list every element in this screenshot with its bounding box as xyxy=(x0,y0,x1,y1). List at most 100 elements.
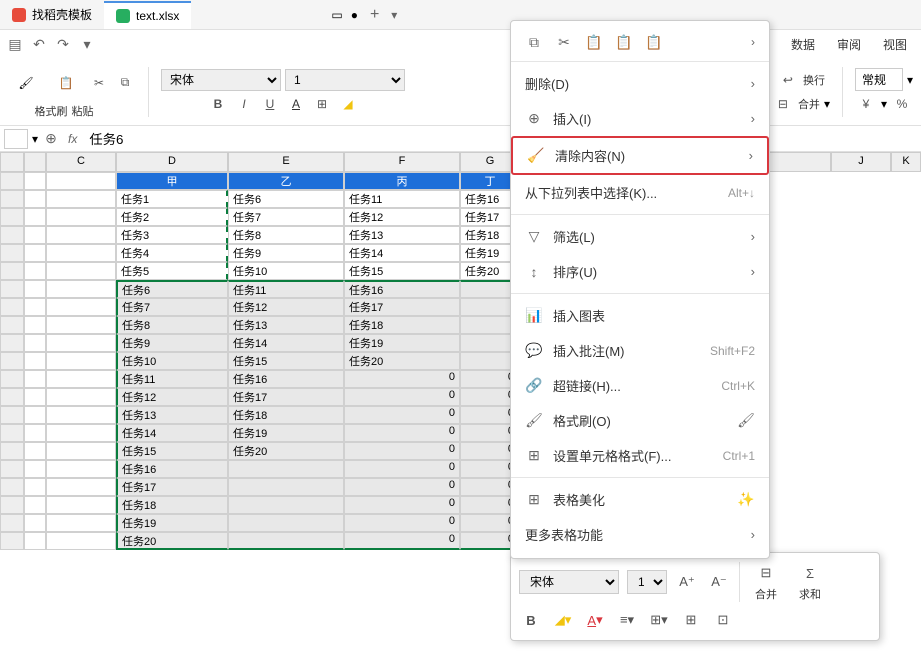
cell[interactable]: 任务6 xyxy=(228,190,344,208)
cell[interactable]: 任务19 xyxy=(228,424,344,442)
brush-aux-icon[interactable]: 🖌 xyxy=(737,412,755,430)
row-header[interactable] xyxy=(0,478,24,496)
add-tab-button[interactable]: + xyxy=(370,6,379,24)
cell[interactable]: 0 xyxy=(344,388,460,406)
row-header[interactable] xyxy=(0,406,24,424)
cell[interactable] xyxy=(228,496,344,514)
cell[interactable] xyxy=(228,514,344,532)
row-header[interactable] xyxy=(0,226,24,244)
row-header[interactable] xyxy=(0,352,24,370)
col-header[interactable]: C xyxy=(46,152,116,172)
cell[interactable]: 0 xyxy=(344,370,460,388)
cell[interactable]: 任务13 xyxy=(344,226,460,244)
fill-color-button[interactable]: ◢▾ xyxy=(551,608,575,632)
menu-pick-from-dropdown[interactable]: 从下拉列表中选择(K)... Alt+↓ xyxy=(511,175,769,210)
menu-beautify[interactable]: ⊞ 表格美化 ✨ xyxy=(511,482,769,517)
cell[interactable]: 任务6 xyxy=(116,280,228,298)
table-header[interactable]: 甲 xyxy=(116,172,228,190)
col-header[interactable] xyxy=(24,152,46,172)
name-box[interactable] xyxy=(4,129,28,149)
cell[interactable]: 任务2 xyxy=(116,208,228,226)
cell[interactable]: 0 xyxy=(344,496,460,514)
tab-file-active[interactable]: text.xlsx xyxy=(104,1,191,29)
cell[interactable]: 任务3 xyxy=(116,226,228,244)
cell[interactable]: 任务13 xyxy=(116,406,228,424)
cell[interactable]: 任务17 xyxy=(228,388,344,406)
cell[interactable]: 任务7 xyxy=(228,208,344,226)
row-header[interactable] xyxy=(0,298,24,316)
menu-more[interactable]: 更多表格功能 › xyxy=(511,517,769,552)
cell[interactable]: 任务4 xyxy=(116,244,228,262)
cut-icon[interactable]: ✂ xyxy=(555,33,573,51)
decrease-font-button[interactable]: A⁻ xyxy=(707,570,731,594)
col-header[interactable]: D xyxy=(116,152,228,172)
cell[interactable]: 任务17 xyxy=(344,298,460,316)
row-header[interactable] xyxy=(0,244,24,262)
zoom-icon[interactable]: ⊕ xyxy=(42,130,60,148)
cell[interactable]: 任务17 xyxy=(116,478,228,496)
col-header[interactable]: E xyxy=(228,152,344,172)
menu-insert-chart[interactable]: 📊 插入图表 xyxy=(511,298,769,333)
font-size-select[interactable]: 1 xyxy=(285,69,405,91)
cell[interactable]: 任务11 xyxy=(116,370,228,388)
formula-input[interactable] xyxy=(85,129,917,149)
row-header[interactable] xyxy=(0,424,24,442)
row-header[interactable] xyxy=(0,514,24,532)
menu-format-painter[interactable]: 🖌 格式刷(O) 🖌 xyxy=(511,403,769,438)
table-header[interactable]: 乙 xyxy=(228,172,344,190)
cell[interactable]: 任务16 xyxy=(228,370,344,388)
font-color-button[interactable]: A xyxy=(285,93,307,115)
cell[interactable]: 任务12 xyxy=(344,208,460,226)
cell[interactable]: 任务14 xyxy=(116,424,228,442)
menu-view[interactable]: 视图 xyxy=(875,32,915,57)
cell[interactable]: 任务15 xyxy=(228,352,344,370)
cell[interactable]: 0 xyxy=(344,532,460,550)
row-header[interactable] xyxy=(0,208,24,226)
format-painter-icon[interactable]: 🖌 xyxy=(8,65,44,101)
cell[interactable]: 任务19 xyxy=(344,334,460,352)
col-header[interactable]: J xyxy=(831,152,891,172)
cell[interactable]: 任务20 xyxy=(344,352,460,370)
wrap-icon[interactable]: ↩ xyxy=(777,69,799,91)
paste-special-icon[interactable]: 📋 xyxy=(645,33,663,51)
cell[interactable]: 任务13 xyxy=(228,316,344,334)
cell[interactable]: 0 xyxy=(344,424,460,442)
cell[interactable]: 任务9 xyxy=(228,244,344,262)
cell[interactable] xyxy=(228,460,344,478)
row-header[interactable] xyxy=(0,460,24,478)
merge-icon[interactable]: ⊟ xyxy=(754,561,778,585)
cell[interactable]: 0 xyxy=(344,514,460,532)
row-header[interactable] xyxy=(0,334,24,352)
increase-font-button[interactable]: A⁺ xyxy=(675,570,699,594)
row-header[interactable] xyxy=(0,442,24,460)
col-header[interactable]: F xyxy=(344,152,460,172)
row-header[interactable] xyxy=(0,532,24,550)
tab-templates[interactable]: 找稻壳模板 xyxy=(0,1,104,29)
row-header[interactable] xyxy=(0,370,24,388)
cell[interactable]: 任务12 xyxy=(116,388,228,406)
row-header[interactable] xyxy=(0,262,24,280)
cell[interactable]: 任务5 xyxy=(116,262,228,280)
menu-filter[interactable]: ▽ 筛选(L) › xyxy=(511,219,769,254)
paste-icon[interactable]: 📋 xyxy=(585,33,603,51)
bold-button[interactable]: B xyxy=(207,93,229,115)
menu-insert-comment[interactable]: 💬 插入批注(M) Shift+F2 xyxy=(511,333,769,368)
mini-size-select[interactable]: 11 xyxy=(627,570,667,594)
row-header[interactable] xyxy=(0,190,24,208)
cell[interactable]: 0 xyxy=(344,406,460,424)
cell[interactable]: 任务16 xyxy=(344,280,460,298)
cell[interactable]: 任务20 xyxy=(116,532,228,550)
chevron-right-icon[interactable]: › xyxy=(751,35,755,49)
cell[interactable]: 任务19 xyxy=(116,514,228,532)
cell[interactable]: 任务11 xyxy=(228,280,344,298)
cell[interactable]: 任务8 xyxy=(228,226,344,244)
cell[interactable]: 任务10 xyxy=(228,262,344,280)
row-header[interactable] xyxy=(0,496,24,514)
cell[interactable]: 0 xyxy=(344,460,460,478)
menu-sort[interactable]: ↕ 排序(U) › xyxy=(511,254,769,289)
cell[interactable]: 任务15 xyxy=(116,442,228,460)
cell[interactable]: 任务12 xyxy=(228,298,344,316)
cell[interactable]: 0 xyxy=(344,442,460,460)
row-header[interactable] xyxy=(0,316,24,334)
cell[interactable]: 任务9 xyxy=(116,334,228,352)
